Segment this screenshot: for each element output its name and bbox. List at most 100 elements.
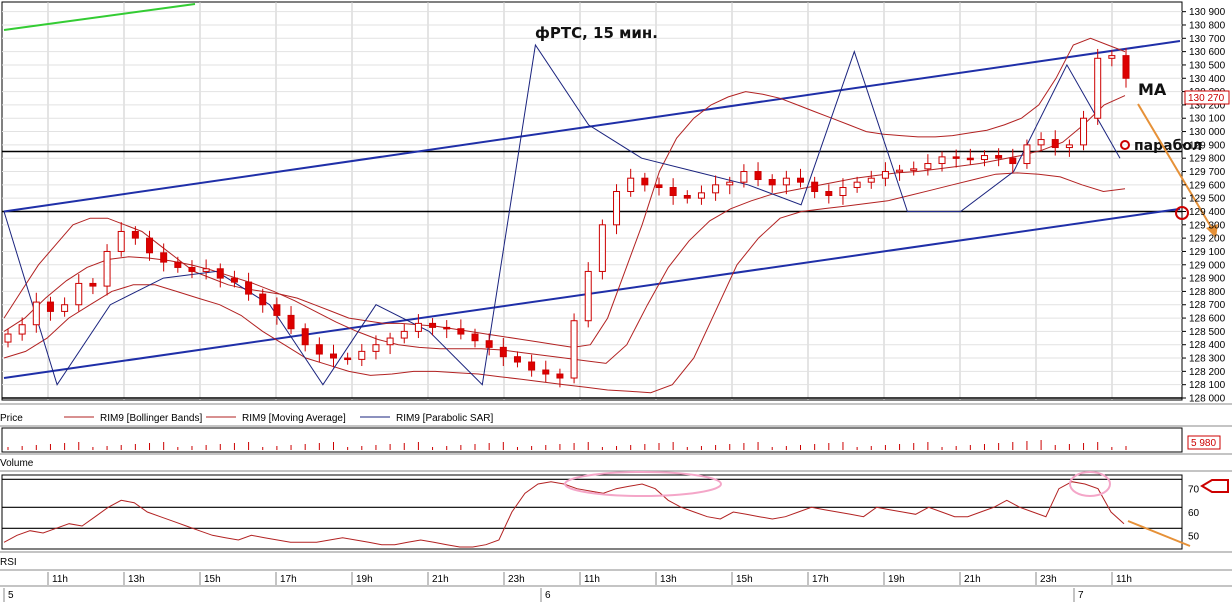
candle-body [697,192,705,199]
candle-body [358,350,366,360]
price-tick-label: 130 500 [1189,60,1226,71]
candle-body [32,301,40,326]
time-tick-label: 19h [888,574,905,585]
rsi-arrow [1200,479,1229,493]
price-panel-frame [1,1,1183,401]
time-tick-label: 17h [812,574,829,585]
candle-body [584,270,592,322]
candle-body [881,171,889,179]
last-price-badge: 130 270 [1184,90,1230,105]
candle-body [372,344,380,352]
candle-body [712,184,720,194]
candle-body [46,301,54,312]
price-tick-label: 129 000 [1189,260,1226,271]
candle-body [910,168,918,171]
day-label: 5 [8,590,14,601]
candle-body [344,357,352,361]
candle-body [1108,55,1116,59]
candle-body [429,322,437,328]
candle-body [202,268,210,272]
candle-body [1080,117,1088,146]
time-tick-label: 17h [280,574,297,585]
time-tick-label: 21h [432,574,449,585]
price-tick-label: 128 800 [1189,287,1226,298]
price-tick-label: 129 400 [1189,207,1226,218]
legend-ma: RIM9 [Moving Average] [242,413,346,424]
candle-body [570,320,578,379]
candle-body [980,155,988,161]
candle-body [726,181,734,186]
price-tick-label: 129 800 [1189,154,1226,165]
price-tick-label: 129 200 [1189,234,1226,245]
legend-sar: RIM9 [Parabolic SAR] [396,413,493,424]
volume-panel: 5 980 Volume [0,427,1232,472]
price-tick-label: 128 700 [1189,300,1226,311]
time-tick-label: 15h [736,574,753,585]
candle-body [683,195,691,199]
candle-body [598,224,606,272]
chart-canvas: фРТС, 15 мин. MA парабол 128 000128 1001… [0,1,1232,602]
candle-body [513,356,521,363]
candle-body [457,328,465,335]
price-tick-label: 128 500 [1189,327,1226,338]
candle-body [216,268,224,279]
candle-body [754,171,762,181]
candle-body [273,304,281,316]
candle-body [329,353,337,359]
candle-body [400,330,408,339]
time-tick-label: 13h [128,574,145,585]
candle-body [499,346,507,358]
candle-body [89,282,97,287]
price-tick-label: 128 400 [1189,340,1226,351]
candle-body [782,177,790,186]
price-tick-label: 129 700 [1189,167,1226,178]
candle-body [797,177,805,183]
candle-body [825,191,833,197]
candle-body [924,163,932,170]
time-tick-label: 11h [584,574,600,585]
time-tick-label: 23h [1040,574,1057,585]
candle-body [811,181,819,193]
candle-body [188,266,196,272]
price-tick-label: 129 900 [1189,140,1226,151]
candle-body [896,169,904,173]
candle-body [485,340,493,348]
price-tick-label: 129 100 [1189,247,1226,258]
candle-body [627,177,635,193]
candle-body [414,322,422,332]
candle-body [230,277,238,283]
price-tick-label: 128 100 [1189,380,1226,391]
rsi-tick-label: 50 [1188,531,1200,542]
price-tick-label: 128 200 [1189,367,1226,378]
time-tick-label: 13h [660,574,677,585]
price-tick-label: 130 800 [1189,20,1226,31]
candle-body [669,187,677,197]
candle-body [1051,139,1059,149]
legend-bollinger: RIM9 [Bollinger Bands] [100,413,202,424]
time-tick-label: 11h [52,574,68,585]
rsi-tick-label: 70 [1188,485,1200,496]
candle-body [471,333,479,342]
candle-body [740,171,748,183]
candle-body [131,230,139,239]
candle-body [61,304,69,312]
time-tick-label: 15h [204,574,221,585]
legend-price: Price [0,413,23,424]
price-tick-label: 130 400 [1189,74,1226,85]
candle-body [768,179,776,186]
time-axis: 11h 13h 15h 17h 19h 21h 23h 11h 13h 15h 17h 19h 21h 2… [0,572,1232,602]
candle-body [75,282,83,306]
candle-body [641,177,649,186]
candle-body [938,156,946,165]
price-tick-label: 130 900 [1189,7,1226,18]
chart-title: фРТС, 15 мин. [535,24,658,42]
candle-body [301,328,309,346]
price-tick-label: 128 300 [1189,354,1226,365]
candle-body [146,237,154,254]
time-tick-label: 23h [508,574,525,585]
price-tick-label: 129 600 [1189,180,1226,191]
candle-body [287,314,295,330]
day-label: 7 [1078,590,1084,601]
time-tick-label: 19h [356,574,373,585]
price-tick-label: 130 700 [1189,34,1226,45]
